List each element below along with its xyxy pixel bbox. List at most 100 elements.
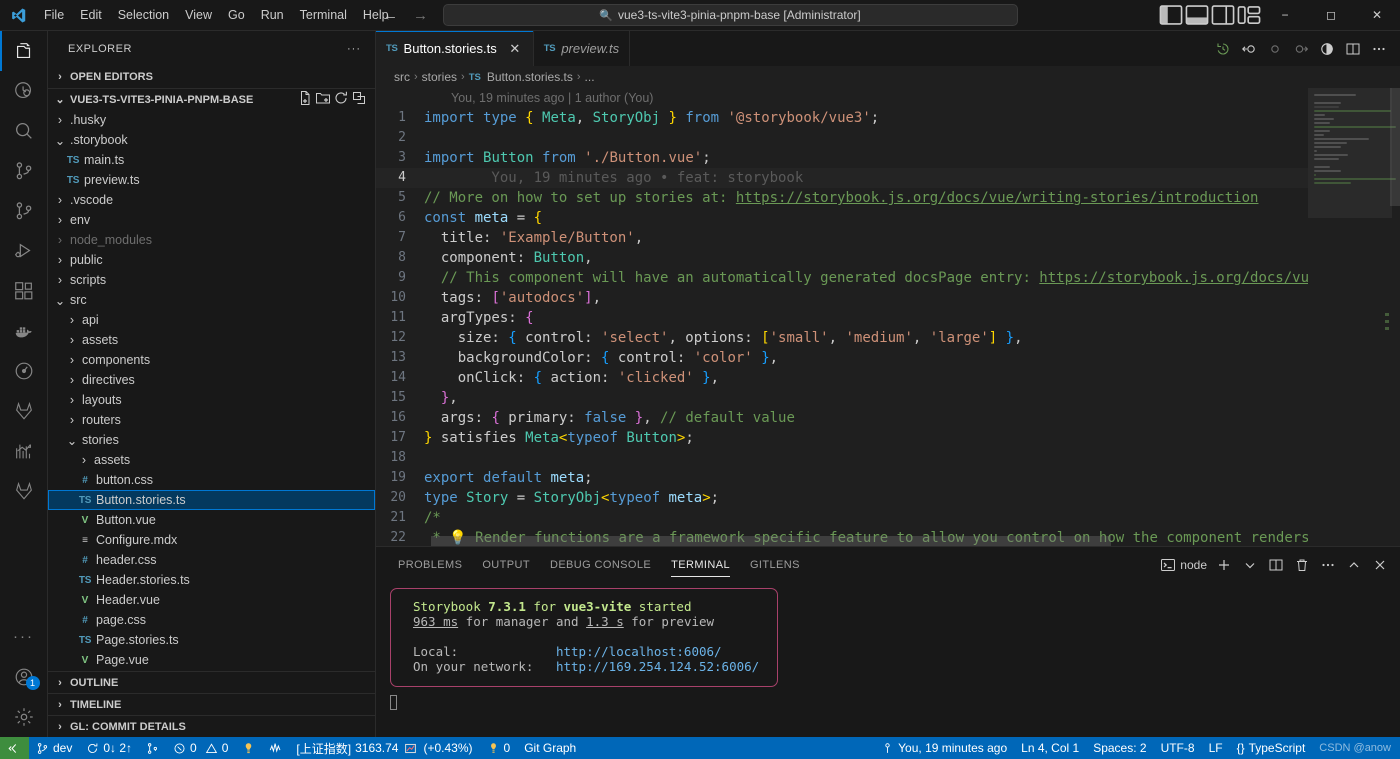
chevron-down-icon[interactable]: ⌄ — [52, 293, 68, 308]
menu-selection[interactable]: Selection — [110, 0, 177, 30]
line-content[interactable]: tags: ['autodocs'], — [424, 288, 1308, 308]
tree-item-button-stories-ts[interactable]: TS Button.stories.ts — [48, 490, 375, 510]
close-button[interactable]: ✕ — [1354, 0, 1400, 31]
activity-gitlens-icon[interactable] — [0, 351, 48, 391]
vertical-scrollbar[interactable] — [1390, 88, 1400, 546]
go-back-change-icon[interactable] — [1236, 36, 1262, 62]
code-line-20[interactable]: 20 type Story = StoryObj<typeof meta>; — [376, 488, 1308, 508]
editor-tab-preview-ts[interactable]: TS preview.ts — [533, 31, 631, 66]
breadcrumb[interactable]: src › stories › TS Button.stories.ts › .… — [376, 66, 1400, 88]
tree-item-node-modules[interactable]: › node_modules — [48, 230, 375, 250]
line-content[interactable]: // More on how to set up stories at: htt… — [424, 188, 1308, 208]
horizontal-scrollbar-thumb[interactable] — [431, 536, 1111, 546]
tree-item-header-vue[interactable]: V Header.vue — [48, 590, 375, 610]
code-line-18[interactable]: 18 — [376, 448, 1308, 468]
tab-debug-console[interactable]: DEBUG CONSOLE — [540, 547, 661, 582]
code-line-21[interactable]: 21 /* — [376, 508, 1308, 528]
tree-item-page-css[interactable]: # page.css — [48, 610, 375, 630]
activity-settings-gear-icon[interactable] — [0, 697, 48, 737]
tree-item-husky[interactable]: › .husky — [48, 110, 375, 130]
status-bell[interactable]: 0 — [480, 737, 518, 759]
activity-extensions-icon[interactable] — [0, 271, 48, 311]
forward-arrow-icon[interactable]: → — [413, 8, 429, 23]
line-content[interactable]: argTypes: { — [424, 308, 1308, 328]
code-line-6[interactable]: 6 const meta = { — [376, 208, 1308, 228]
status-indentation[interactable]: Spaces: 2 — [1086, 737, 1153, 759]
section-project-root[interactable]: ⌄ VUE3-TS-VITE3-PINIA-PNPM-BASE — [48, 88, 375, 110]
activity-run-debug-icon[interactable] — [0, 231, 48, 271]
editor-tab-button-stories-ts[interactable]: TS Button.stories.ts ✕ — [376, 31, 534, 66]
status-problems[interactable]: 0 0 — [166, 737, 235, 759]
status-blame[interactable]: You, 19 minutes ago — [874, 737, 1014, 759]
breadcrumb-file[interactable]: Button.stories.ts — [487, 70, 573, 84]
status-cursor-position[interactable]: Ln 4, Col 1 — [1014, 737, 1086, 759]
maximize-panel-icon[interactable] — [1342, 553, 1366, 577]
code-line-11[interactable]: 11 argTypes: { — [376, 308, 1308, 328]
chevron-right-icon[interactable]: › — [64, 413, 80, 427]
menu-view[interactable]: View — [177, 0, 220, 30]
toggle-secondary-sidebar-icon[interactable] — [1210, 0, 1236, 30]
project-actions[interactable] — [297, 90, 375, 109]
code-line-10[interactable]: 10 tags: ['autodocs'], — [376, 288, 1308, 308]
code-lines[interactable]: 1 import type { Meta, StoryObj } from '@s… — [376, 108, 1308, 546]
customize-layout-icon[interactable] — [1236, 0, 1262, 30]
code-line-16[interactable]: 16 args: { primary: false }, // default … — [376, 408, 1308, 428]
code-line-19[interactable]: 19 export default meta; — [376, 468, 1308, 488]
breadcrumb-stories[interactable]: stories — [422, 70, 457, 84]
activity-gitlab-workflow-icon[interactable] — [0, 471, 48, 511]
restore-button[interactable]: ◻ — [1308, 0, 1354, 31]
navigation-arrows[interactable]: ← → — [383, 8, 429, 23]
menu-bar[interactable]: File Edit Selection View Go Run Terminal… — [36, 0, 397, 30]
line-content[interactable]: component: Button, — [424, 248, 1308, 268]
line-content[interactable]: type Story = StoryObj<typeof meta>; — [424, 488, 1308, 508]
activity-stocks-icon[interactable] — [0, 431, 48, 471]
chevron-right-icon[interactable]: › — [52, 113, 68, 127]
chevron-right-icon[interactable]: › — [52, 273, 68, 287]
tree-item-preview-ts[interactable]: TS preview.ts — [48, 170, 375, 190]
status-branch[interactable]: dev — [29, 737, 79, 759]
local-url-link[interactable]: http://localhost:6006/ — [556, 644, 722, 659]
tree-item-assets[interactable]: › assets — [48, 330, 375, 350]
tree-item-stories[interactable]: ⌄ stories — [48, 430, 375, 450]
chevron-right-icon[interactable]: › — [52, 213, 68, 227]
section-timeline[interactable]: › TIMELINE — [48, 693, 375, 715]
tree-item-src[interactable]: ⌄ src — [48, 290, 375, 310]
activity-accounts-icon[interactable]: 1 — [0, 657, 48, 697]
activity-search-icon[interactable] — [0, 111, 48, 151]
editor-toolbar[interactable] — [1210, 31, 1400, 66]
line-content[interactable]: }, — [424, 388, 1308, 408]
chevron-right-icon[interactable]: › — [64, 393, 80, 407]
line-content[interactable]: You, 19 minutes ago • feat: storybook — [424, 168, 1308, 188]
code-line-8[interactable]: 8 component: Button, — [376, 248, 1308, 268]
chevron-right-icon[interactable]: › — [76, 453, 92, 467]
menu-go[interactable]: Go — [220, 0, 253, 30]
section-outline[interactable]: › OUTLINE — [48, 671, 375, 693]
tab-terminal[interactable]: TERMINAL — [661, 547, 740, 582]
activity-source-control-icon[interactable] — [0, 151, 48, 191]
code-line-17[interactable]: 17} satisfies Meta<typeof Button>; — [376, 428, 1308, 448]
split-terminal-icon[interactable] — [1264, 553, 1288, 577]
code-line-7[interactable]: 7 title: 'Example/Button', — [376, 228, 1308, 248]
status-ports-icon[interactable] — [235, 737, 262, 759]
status-remote-window[interactable] — [0, 737, 29, 759]
close-tab-icon[interactable]: ✕ — [507, 41, 523, 57]
section-open-editors[interactable]: › OPEN EDITORS — [48, 66, 375, 88]
chevron-right-icon[interactable]: › — [64, 353, 80, 367]
chevron-right-icon[interactable]: › — [52, 233, 68, 247]
chevron-right-icon[interactable]: › — [52, 253, 68, 267]
status-git-compare-icon[interactable] — [139, 737, 166, 759]
activity-search-fuzzy-icon[interactable] — [0, 71, 48, 111]
tree-item-styles[interactable]: ›styles — [48, 670, 375, 671]
tree-item-header-css[interactable]: # header.css — [48, 550, 375, 570]
tree-item-button-vue[interactable]: V Button.vue — [48, 510, 375, 530]
tree-item-page-stories-ts[interactable]: TS Page.stories.ts — [48, 630, 375, 650]
code-line-3[interactable]: 3 import Button from './Button.vue'; — [376, 148, 1308, 168]
editor-tabs[interactable]: TS Button.stories.ts ✕ TS preview.ts — [376, 31, 631, 66]
toggle-blame-icon[interactable] — [1314, 36, 1340, 62]
menu-terminal[interactable]: Terminal — [292, 0, 355, 30]
status-git-graph[interactable]: Git Graph — [517, 737, 583, 759]
menu-file[interactable]: File — [36, 0, 72, 30]
line-content[interactable]: export default meta; — [424, 468, 1308, 488]
tree-item-api[interactable]: › api — [48, 310, 375, 330]
code-line-15[interactable]: 15 }, — [376, 388, 1308, 408]
